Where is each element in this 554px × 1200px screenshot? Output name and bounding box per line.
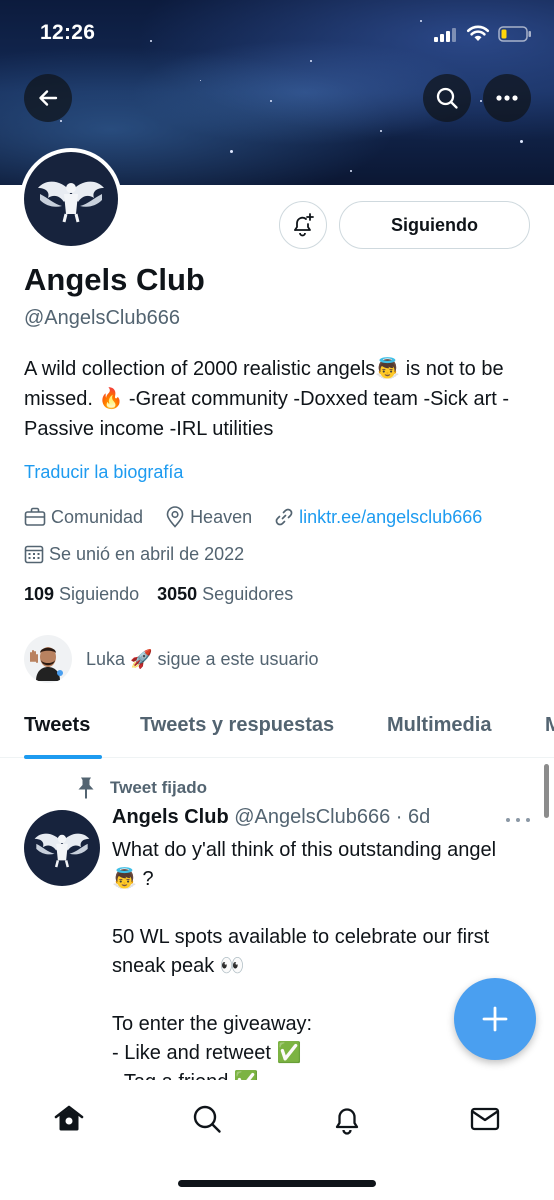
nav-home[interactable] [52, 1102, 86, 1136]
profile-tabs: Tweets Tweets y respuestas Multimedia M [0, 694, 554, 758]
home-indicator[interactable] [178, 1180, 376, 1187]
tweet-header: Angels Club @AngelsClub666 · 6d [112, 806, 430, 829]
followers-count: 3050 [157, 584, 198, 604]
followed-by-text: Luka 🚀 sigue a este usuario [86, 648, 319, 669]
link-icon [275, 508, 293, 526]
arrow-left-icon [39, 90, 58, 106]
profile-location: Heaven [165, 506, 252, 528]
profile-website[interactable]: linktr.ee/angelsclub666 [274, 507, 482, 528]
tweet-author-avatar[interactable] [24, 810, 100, 886]
mail-icon [470, 1107, 500, 1131]
tweet-separator: · [390, 806, 408, 828]
tab-tweets[interactable]: Tweets [24, 714, 90, 737]
wifi-icon [466, 25, 490, 41]
back-button[interactable] [24, 74, 72, 122]
profile-joined: Se unió en abril de 2022 [24, 544, 244, 565]
more-dot [526, 818, 530, 822]
joined-label: Se unió en abril de 2022 [49, 543, 245, 564]
more-button[interactable] [483, 74, 531, 122]
nav-search[interactable] [190, 1102, 224, 1136]
profile-avatar[interactable] [20, 148, 122, 250]
tab-more-partial[interactable]: M [545, 714, 554, 737]
following-count: 109 [24, 584, 55, 604]
memoji-avatar-icon [30, 647, 63, 681]
tab-media[interactable]: Multimedia [387, 714, 491, 737]
bell-icon [335, 1108, 359, 1135]
briefcase-icon [24, 507, 46, 526]
profile-category: Comunidad [24, 507, 143, 528]
more-dot [506, 818, 510, 822]
location-label: Heaven [190, 506, 253, 527]
active-tab-indicator [24, 755, 102, 759]
cellular-signal-icon [434, 28, 456, 42]
pin-icon [78, 777, 94, 799]
tweet-author-handle: @AngelsClub666 [234, 806, 391, 828]
scrollbar[interactable] [544, 764, 549, 818]
status-time: 12:26 [40, 21, 96, 44]
following-label: Siguiendo [59, 584, 140, 604]
angel-logo-icon [34, 833, 90, 868]
pinned-text: Tweet fijado [110, 778, 207, 797]
notifications-button[interactable] [279, 201, 327, 249]
website-link[interactable]: linktr.ee/angelsclub666 [299, 507, 482, 528]
nav-messages[interactable] [468, 1102, 502, 1136]
category-label: Comunidad [51, 506, 144, 527]
compose-tweet-button[interactable] [454, 978, 536, 1060]
status-bar: 12:26 [0, 0, 554, 64]
profile-joined-row: Se unió en abril de 2022 [24, 541, 266, 567]
angel-logo-icon [38, 181, 104, 223]
translate-bio-link[interactable]: Traducir la biografía [24, 462, 183, 483]
search-icon [436, 87, 458, 109]
bell-plus-icon [294, 213, 314, 237]
tweet-time: 6d [407, 806, 431, 828]
search-button[interactable] [423, 74, 471, 122]
nav-notifications[interactable] [330, 1102, 364, 1136]
tweet-author-name[interactable]: Angels Club [112, 806, 229, 828]
calendar-icon [24, 545, 44, 564]
follow-counts: 109 Siguiendo 3050 Seguidores [24, 584, 311, 605]
search-icon [193, 1105, 221, 1133]
plus-icon [482, 1006, 508, 1032]
following-button[interactable]: Siguiendo [339, 201, 530, 249]
location-pin-icon [166, 506, 184, 528]
followers-count-link[interactable]: 3050 Seguidores [157, 584, 293, 605]
user-handle: @AngelsClub666 [24, 307, 180, 329]
avatar-image [24, 152, 118, 246]
more-dot [516, 818, 520, 822]
display-name: Angels Club [24, 262, 205, 297]
profile-meta-row: Comunidad Heaven linktr.ee/angelsclub666 [24, 504, 504, 530]
pinned-tweet-label: Tweet fijado [76, 776, 207, 800]
follower-avatar [24, 635, 72, 683]
profile-bio: A wild collection of 2000 realistic ange… [24, 358, 510, 440]
tweet-text: What do y'all think of this outstanding … [112, 839, 497, 1080]
battery-icon [498, 26, 531, 42]
followers-label: Seguidores [202, 584, 294, 604]
home-icon [54, 1105, 84, 1131]
tweet-more-button[interactable] [506, 812, 530, 828]
tab-tweets-replies[interactable]: Tweets y respuestas [140, 714, 334, 737]
followed-by-row[interactable]: Luka 🚀 sigue a este usuario [24, 634, 319, 684]
more-horizontal-icon [496, 95, 518, 101]
following-count-link[interactable]: 109 Siguiendo [24, 584, 139, 605]
